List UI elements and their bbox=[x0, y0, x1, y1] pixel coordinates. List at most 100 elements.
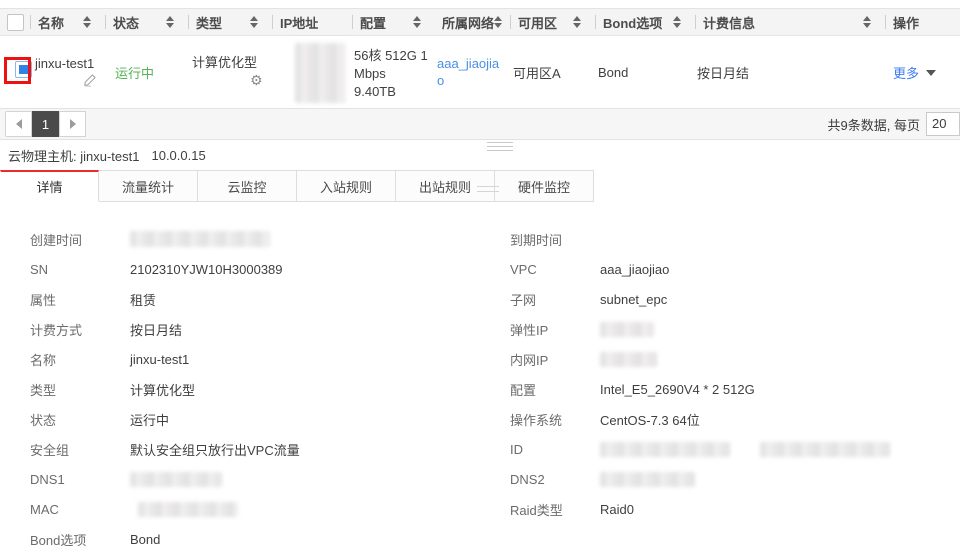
row-type-cell: 计算优化型 ⚙ bbox=[188, 36, 272, 108]
panel-ip: 10.0.0.15 bbox=[151, 148, 206, 163]
column-divider bbox=[510, 15, 511, 29]
column-divider bbox=[272, 15, 273, 29]
detail-row-attribute: 属性 租赁 bbox=[30, 292, 157, 308]
row-bond-cell: Bond bbox=[595, 36, 695, 108]
detail-column-left: 创建时间 SN 2102310YJW10H3000389 属性 租赁 计费方式 … bbox=[30, 224, 480, 547]
detail-row-dns2: DNS2 bbox=[510, 464, 955, 494]
table-header: 名称 状态 类型 IP地址 配置 所属网络 可用区 Bond选项 计费信息 操作 bbox=[0, 8, 960, 36]
detail-row-name: 名称 jinxu-test1 bbox=[30, 351, 190, 368]
billing-text: 按日月结 bbox=[697, 65, 750, 81]
chevron-left-icon bbox=[15, 119, 22, 129]
column-divider bbox=[695, 15, 696, 29]
zone-text: 可用区A bbox=[513, 65, 561, 81]
sort-icon[interactable] bbox=[413, 16, 421, 28]
detail-row-eip: 弹性IP bbox=[510, 314, 955, 344]
redacted-value bbox=[138, 501, 238, 517]
splitter-handle-icon[interactable] bbox=[477, 186, 499, 196]
panel-title-bar: 云物理主机: jinxu-test1 10.0.0.15 bbox=[0, 141, 960, 170]
more-actions-link[interactable]: 更多 bbox=[893, 63, 919, 82]
sort-icon[interactable] bbox=[83, 16, 91, 28]
redacted-value bbox=[760, 441, 890, 457]
column-header-zone[interactable]: 可用区 bbox=[510, 9, 595, 35]
column-header-network[interactable]: 所属网络 bbox=[435, 9, 510, 35]
prev-page-button[interactable] bbox=[5, 111, 32, 137]
detail-row-subnet: 子网 subnet_epc bbox=[510, 291, 668, 308]
row-name-cell: jinxu-test1 bbox=[30, 36, 105, 108]
sort-icon[interactable] bbox=[166, 16, 174, 28]
redacted-value bbox=[600, 471, 695, 487]
detail-row-billing-mode: 计费方式 按日月结 bbox=[30, 322, 183, 338]
column-header-name[interactable]: 名称 bbox=[30, 9, 105, 35]
tab-traffic-stats[interactable]: 流量统计 bbox=[99, 170, 198, 202]
column-divider bbox=[595, 15, 596, 29]
sort-icon[interactable] bbox=[673, 16, 681, 28]
column-divider bbox=[352, 15, 353, 29]
bond-text: Bond bbox=[598, 64, 629, 80]
config-line: Mbps bbox=[354, 66, 386, 81]
redacted-value bbox=[130, 471, 222, 487]
detail-row-security-group: 安全组 默认安全组只放行出VPC流量 bbox=[30, 442, 300, 458]
network-link[interactable]: aaa_jiaojiao bbox=[437, 55, 505, 89]
detail-row-status: 状态 运行中 bbox=[30, 412, 170, 428]
column-header-type[interactable]: 类型 bbox=[188, 9, 272, 35]
pencil-icon[interactable] bbox=[83, 73, 97, 90]
select-all-checkbox[interactable] bbox=[7, 13, 24, 31]
column-header-actions: 操作 bbox=[885, 9, 960, 35]
column-header-ip: IP地址 bbox=[272, 9, 352, 35]
config-line: 9.40TB bbox=[354, 84, 396, 99]
detail-row-sn: SN 2102310YJW10H3000389 bbox=[30, 261, 283, 277]
tab-details[interactable]: 详情 bbox=[0, 170, 99, 202]
detail-row-create-time: 创建时间 bbox=[30, 224, 480, 254]
row-ip-cell bbox=[272, 36, 352, 108]
caret-down-icon bbox=[926, 70, 937, 76]
pagination-summary: 共9条数据, 每页 bbox=[827, 117, 920, 133]
sort-icon[interactable] bbox=[250, 16, 258, 28]
detail-row-config: 配置 Intel_E5_2690V4 * 2 512G bbox=[510, 381, 755, 398]
column-header-billing[interactable]: 计费信息 bbox=[695, 9, 885, 35]
detail-row-type: 类型 计算优化型 bbox=[30, 382, 196, 398]
row-zone-cell: 可用区A bbox=[510, 36, 595, 108]
status-text: 运行中 bbox=[115, 65, 155, 81]
page-number-button[interactable]: 1 bbox=[32, 111, 59, 137]
detail-row-bond-option: Bond选项 Bond bbox=[30, 531, 161, 547]
row-config-cell: 56核 512G 1 Mbps 9.40TB bbox=[352, 36, 435, 108]
column-divider bbox=[885, 15, 886, 29]
chevron-right-icon bbox=[69, 119, 76, 129]
detail-row-id: ID bbox=[510, 434, 955, 464]
column-header-config[interactable]: 配置 bbox=[352, 9, 435, 35]
column-header-bond[interactable]: Bond选项 bbox=[595, 9, 695, 35]
next-page-button[interactable] bbox=[59, 111, 86, 137]
redacted-value bbox=[130, 231, 270, 247]
detail-row-raid-type: Raid类型 Raid0 bbox=[510, 501, 634, 518]
row-status-cell: 运行中 bbox=[105, 36, 188, 108]
column-divider bbox=[188, 15, 189, 29]
redacted-ip bbox=[295, 43, 345, 103]
redacted-value bbox=[600, 351, 657, 367]
detail-row-private-ip: 内网IP bbox=[510, 344, 955, 374]
pagination-bar: 1 共9条数据, 每页 20 bbox=[0, 108, 960, 140]
sort-icon[interactable] bbox=[494, 16, 503, 28]
tab-hardware-monitor[interactable]: 硬件监控 bbox=[495, 170, 594, 202]
type-text: 计算优化型 bbox=[192, 55, 258, 70]
row-checkbox-cell bbox=[0, 36, 32, 108]
drag-handle-icon[interactable] bbox=[487, 142, 513, 154]
table-row: jinxu-test1 运行中 计算优化型 ⚙ 56核 512G 1 Mbps … bbox=[0, 36, 960, 108]
sort-icon[interactable] bbox=[573, 16, 581, 28]
row-billing-cell: 按日月结 bbox=[695, 36, 885, 108]
gear-icon[interactable]: ⚙ bbox=[250, 73, 263, 89]
detail-row-os: 操作系统 CentOS-7.3 64位 bbox=[510, 412, 700, 428]
column-divider bbox=[30, 15, 31, 29]
detail-row-dns1: DNS1 bbox=[30, 464, 480, 494]
bare-metal-console: 名称 状态 类型 IP地址 配置 所属网络 可用区 Bond选项 计费信息 操作… bbox=[0, 0, 960, 547]
detail-row-mac: MAC bbox=[30, 494, 480, 524]
detail-tabs: 详情 流量统计 云监控 入站规则 出站规则 硬件监控 bbox=[0, 170, 594, 202]
sort-icon[interactable] bbox=[863, 16, 871, 28]
column-divider bbox=[105, 15, 106, 29]
detail-row-expire-time: 到期时间 bbox=[510, 232, 563, 248]
tab-inbound-rules[interactable]: 入站规则 bbox=[297, 170, 396, 202]
config-line: 56核 512G 1 bbox=[354, 48, 428, 63]
page-size-select[interactable]: 20 bbox=[926, 112, 960, 136]
row-actions-cell: 更多 bbox=[885, 36, 960, 108]
tab-cloud-monitor[interactable]: 云监控 bbox=[198, 170, 297, 202]
column-header-status[interactable]: 状态 bbox=[105, 9, 188, 35]
